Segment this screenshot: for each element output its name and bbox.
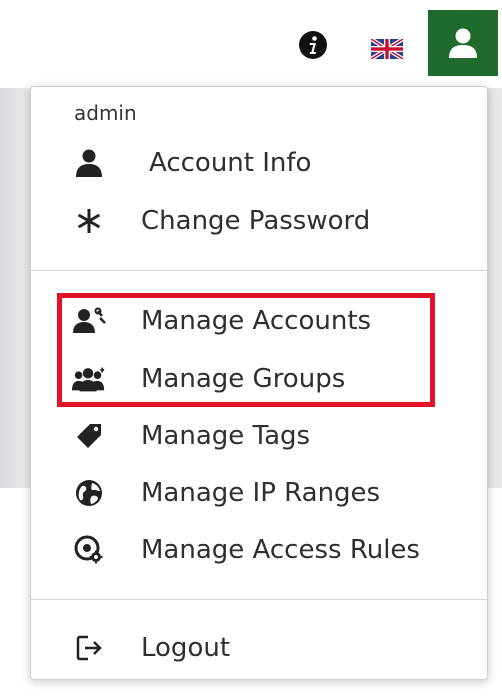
menu-item-change-password[interactable]: Change Password bbox=[31, 195, 487, 247]
menu-item-label: Manage IP Ranges bbox=[141, 478, 381, 508]
uk-flag-icon bbox=[371, 39, 403, 59]
user-icon bbox=[449, 28, 477, 58]
user-wrench-icon bbox=[73, 307, 106, 333]
user-dropdown-menu: admin Account Info Change Password Manag… bbox=[30, 86, 488, 680]
menu-item-logout[interactable]: Logout bbox=[31, 622, 487, 674]
menu-item-label: Manage Accounts bbox=[141, 306, 372, 336]
asterisk-icon bbox=[77, 209, 101, 233]
globe-icon bbox=[76, 480, 102, 506]
shield-gear-icon bbox=[74, 535, 103, 564]
menu-item-manage-access-rules[interactable]: Manage Access Rules bbox=[31, 524, 487, 576]
menu-item-manage-accounts[interactable]: Manage Accounts bbox=[31, 295, 487, 347]
info-button[interactable] bbox=[296, 28, 330, 62]
tag-icon bbox=[77, 424, 101, 448]
user-menu-button[interactable] bbox=[428, 10, 498, 76]
menu-item-manage-tags[interactable]: Manage Tags bbox=[31, 410, 487, 462]
menu-item-label: Manage Groups bbox=[141, 364, 346, 394]
page-background-right bbox=[486, 88, 502, 488]
info-circle-icon bbox=[299, 31, 327, 59]
menu-item-manage-groups[interactable]: Manage Groups bbox=[31, 353, 487, 405]
logout-icon bbox=[76, 635, 102, 661]
username-label: admin bbox=[74, 101, 137, 125]
menu-divider bbox=[31, 270, 487, 271]
menu-item-label: Manage Tags bbox=[141, 421, 311, 451]
menu-item-label: Change Password bbox=[141, 206, 371, 236]
menu-item-label: Account Info bbox=[149, 148, 312, 178]
language-button[interactable] bbox=[370, 38, 404, 60]
menu-item-label: Manage Access Rules bbox=[141, 535, 420, 565]
user-icon bbox=[76, 149, 102, 177]
menu-divider bbox=[31, 599, 487, 600]
menu-item-label: Logout bbox=[141, 633, 231, 663]
top-bar bbox=[0, 0, 502, 88]
menu-item-account-info[interactable]: Account Info bbox=[31, 137, 487, 189]
menu-item-manage-ip-ranges[interactable]: Manage IP Ranges bbox=[31, 467, 487, 519]
users-icon bbox=[71, 367, 105, 392]
